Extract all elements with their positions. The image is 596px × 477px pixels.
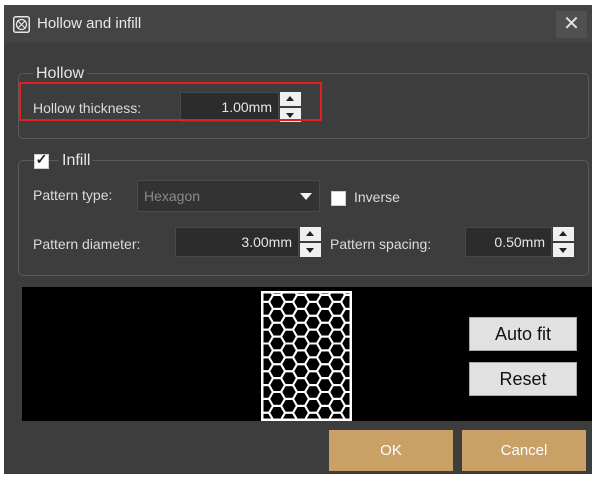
pattern-spacing-stepper [553, 227, 574, 257]
pattern-type-value: Hexagon [144, 188, 201, 204]
ok-label: OK [380, 442, 402, 459]
pattern-diameter-decrement-button[interactable] [300, 243, 321, 257]
chevron-down-icon [300, 193, 312, 200]
highlight-box [19, 82, 322, 121]
hollow-infill-icon [13, 16, 30, 33]
hollow-group-title: Hollow [33, 66, 88, 82]
close-button[interactable]: ✕ [556, 11, 587, 38]
pattern-spacing-spinbox: 0.50mm [465, 227, 574, 257]
hollow-infill-dialog: Hollow and infill ✕ Hollow Hollow thickn… [4, 5, 592, 474]
inverse-checkbox[interactable] [331, 191, 346, 206]
pattern-diameter-label: Pattern diameter: [33, 236, 141, 252]
cancel-button[interactable]: Cancel [462, 430, 586, 471]
pattern-spacing-input[interactable]: 0.50mm [465, 227, 552, 257]
pattern-type-label: Pattern type: [33, 187, 113, 203]
title-bar[interactable]: Hollow and infill ✕ [4, 5, 592, 43]
pattern-type-select[interactable]: Hexagon [137, 180, 320, 212]
pattern-diameter-stepper [300, 227, 321, 257]
reset-label: Reset [499, 369, 547, 389]
checkmark-icon: ✓ [35, 151, 48, 167]
infill-checkbox[interactable]: ✓ [34, 151, 49, 169]
infill-group [18, 160, 589, 276]
pattern-spacing-increment-button[interactable] [553, 227, 574, 241]
inverse-label: Inverse [354, 189, 400, 205]
infill-preview: Auto fit Reset [22, 287, 592, 421]
close-icon: ✕ [563, 13, 580, 35]
auto-fit-label: Auto fit [494, 324, 552, 344]
infill-group-title: Infill [59, 153, 94, 169]
ok-button[interactable]: OK [329, 430, 453, 471]
pattern-spacing-decrement-button[interactable] [553, 243, 574, 257]
pattern-diameter-increment-button[interactable] [300, 227, 321, 241]
dialog-title: Hollow and infill [37, 15, 142, 32]
pattern-diameter-input[interactable]: 3.00mm [175, 227, 299, 257]
reset-button[interactable]: Reset [469, 362, 577, 396]
pattern-spacing-label: Pattern spacing: [330, 236, 432, 252]
auto-fit-button[interactable]: Auto fit [469, 317, 577, 351]
pattern-diameter-spinbox: 3.00mm [175, 227, 321, 257]
hexagon-pattern-preview [261, 291, 352, 421]
cancel-label: Cancel [500, 442, 548, 459]
